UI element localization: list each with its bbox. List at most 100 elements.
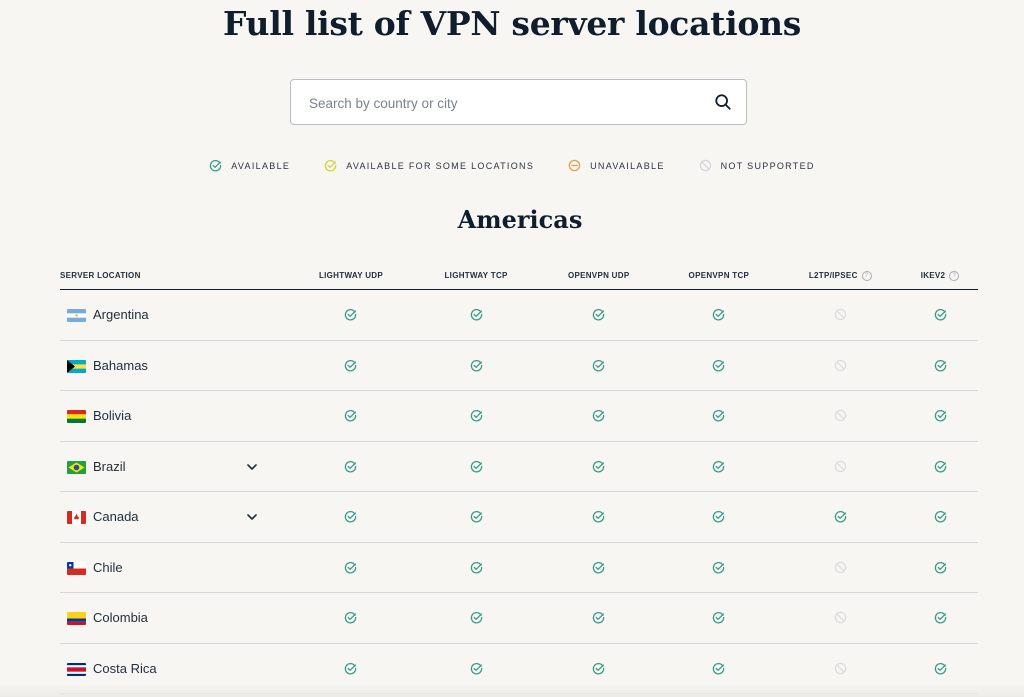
bahamas-flag-icon bbox=[67, 359, 86, 373]
available-icon bbox=[712, 558, 725, 575]
available-icon bbox=[934, 659, 947, 676]
search-icon[interactable] bbox=[714, 93, 732, 111]
available-icon bbox=[344, 659, 357, 676]
available-icon bbox=[344, 457, 357, 474]
country-name: Chile bbox=[93, 559, 123, 575]
lightway-tcp-status bbox=[413, 592, 539, 644]
l2tp-ipsec-status bbox=[778, 592, 902, 644]
table-row: Argentina bbox=[60, 289, 978, 341]
available-icon bbox=[344, 306, 357, 323]
table-row[interactable]: Canada bbox=[60, 491, 978, 543]
not-supported-icon bbox=[834, 356, 847, 373]
help-icon[interactable]: ? bbox=[861, 270, 872, 281]
search-box[interactable] bbox=[290, 79, 747, 126]
country-name: Argentina bbox=[93, 307, 149, 323]
not-supported-icon bbox=[834, 609, 847, 626]
openvpn-udp-status bbox=[538, 491, 660, 543]
argentina-flag-icon bbox=[67, 309, 86, 323]
colombia-flag-icon bbox=[67, 612, 86, 626]
table-row: Bahamas bbox=[60, 340, 978, 391]
server-location-cell: Brazil bbox=[60, 441, 288, 492]
server-location-cell: Bolivia bbox=[60, 390, 288, 442]
available-icon bbox=[344, 508, 357, 525]
ikev2-status bbox=[902, 592, 978, 644]
l2tp-ipsec-status bbox=[778, 491, 902, 543]
available-icon bbox=[934, 457, 947, 474]
column-header-openvpn-udp: OPENVPN UDP bbox=[538, 262, 660, 290]
l2tp-ipsec-status bbox=[778, 390, 902, 442]
available-icon bbox=[712, 407, 725, 424]
openvpn-tcp-status bbox=[659, 289, 779, 341]
legend-unavailable: UNAVAILABLE bbox=[568, 159, 665, 172]
ikev2-status bbox=[902, 340, 978, 391]
ikev2-status bbox=[902, 491, 978, 543]
available-icon bbox=[592, 407, 605, 424]
lightway-tcp-status bbox=[413, 542, 539, 593]
openvpn-udp-status bbox=[538, 441, 660, 492]
available-icon bbox=[712, 457, 725, 474]
openvpn-udp-status bbox=[538, 542, 660, 593]
not-supported-icon bbox=[834, 558, 847, 575]
country-name: Canada bbox=[93, 509, 139, 525]
available-icon bbox=[470, 356, 483, 373]
ikev2-status bbox=[902, 542, 978, 593]
lightway-udp-status bbox=[288, 592, 414, 644]
available-icon bbox=[592, 609, 605, 626]
partially-available-icon bbox=[324, 159, 337, 172]
search-input[interactable] bbox=[307, 80, 701, 126]
ikev2-status bbox=[902, 390, 978, 442]
lightway-tcp-status bbox=[413, 390, 539, 442]
ikev2-status bbox=[902, 289, 978, 341]
openvpn-udp-status bbox=[538, 592, 660, 644]
available-icon bbox=[712, 356, 725, 373]
column-header-lightway-udp: LIGHTWAY UDP bbox=[288, 262, 414, 290]
available-icon bbox=[592, 659, 605, 676]
server-location-cell: Canada bbox=[60, 491, 288, 543]
openvpn-udp-status bbox=[538, 390, 660, 442]
available-icon bbox=[834, 508, 847, 525]
legend-label: AVAILABLE FOR SOME LOCATIONS bbox=[346, 160, 535, 171]
available-icon bbox=[712, 508, 725, 525]
country-name: Bolivia bbox=[93, 408, 132, 424]
column-header-ikev2: IKEV2? bbox=[902, 262, 978, 290]
available-icon bbox=[934, 508, 947, 525]
chevron-down-icon[interactable] bbox=[246, 511, 258, 523]
available-icon bbox=[344, 356, 357, 373]
not-supported-icon bbox=[699, 159, 711, 172]
l2tp-ipsec-status bbox=[778, 542, 902, 593]
not-supported-icon bbox=[834, 306, 847, 323]
available-icon bbox=[934, 407, 947, 424]
available-icon bbox=[210, 159, 222, 172]
column-header-openvpn-tcp: OPENVPN TCP bbox=[659, 262, 779, 290]
available-icon bbox=[470, 306, 483, 323]
help-icon[interactable]: ? bbox=[949, 270, 960, 281]
available-icon bbox=[592, 457, 605, 474]
status-legend: AVAILABLE AVAILABLE FOR SOME LOCATIONS U… bbox=[0, 159, 1024, 172]
table-row[interactable]: Brazil bbox=[60, 441, 978, 492]
legend-label: UNAVAILABLE bbox=[590, 160, 665, 171]
country-name: Costa Rica bbox=[93, 660, 157, 676]
available-icon bbox=[344, 558, 357, 575]
legend-not-supported: NOT SUPPORTED bbox=[699, 159, 815, 172]
server-location-cell: Colombia bbox=[60, 592, 288, 644]
server-location-cell: Chile bbox=[60, 542, 288, 593]
available-icon bbox=[592, 558, 605, 575]
available-icon bbox=[712, 659, 725, 676]
not-supported-icon bbox=[834, 457, 847, 474]
lightway-udp-status bbox=[288, 441, 414, 492]
unavailable-icon bbox=[568, 159, 581, 172]
available-icon bbox=[470, 508, 483, 525]
column-header-server-location: SERVER LOCATION bbox=[60, 262, 288, 290]
lightway-udp-status bbox=[288, 491, 414, 543]
not-supported-icon bbox=[834, 407, 847, 424]
openvpn-tcp-status bbox=[659, 340, 779, 391]
country-name: Bahamas bbox=[93, 357, 148, 373]
openvpn-tcp-status bbox=[659, 491, 779, 543]
page-title: Full list of VPN server locations bbox=[222, 4, 802, 43]
available-icon bbox=[470, 558, 483, 575]
legend-label: AVAILABLE bbox=[231, 160, 291, 171]
chevron-down-icon[interactable] bbox=[246, 461, 258, 473]
lightway-tcp-status bbox=[413, 289, 539, 341]
region-title: Americas bbox=[457, 205, 583, 234]
lightway-udp-status bbox=[288, 340, 414, 391]
